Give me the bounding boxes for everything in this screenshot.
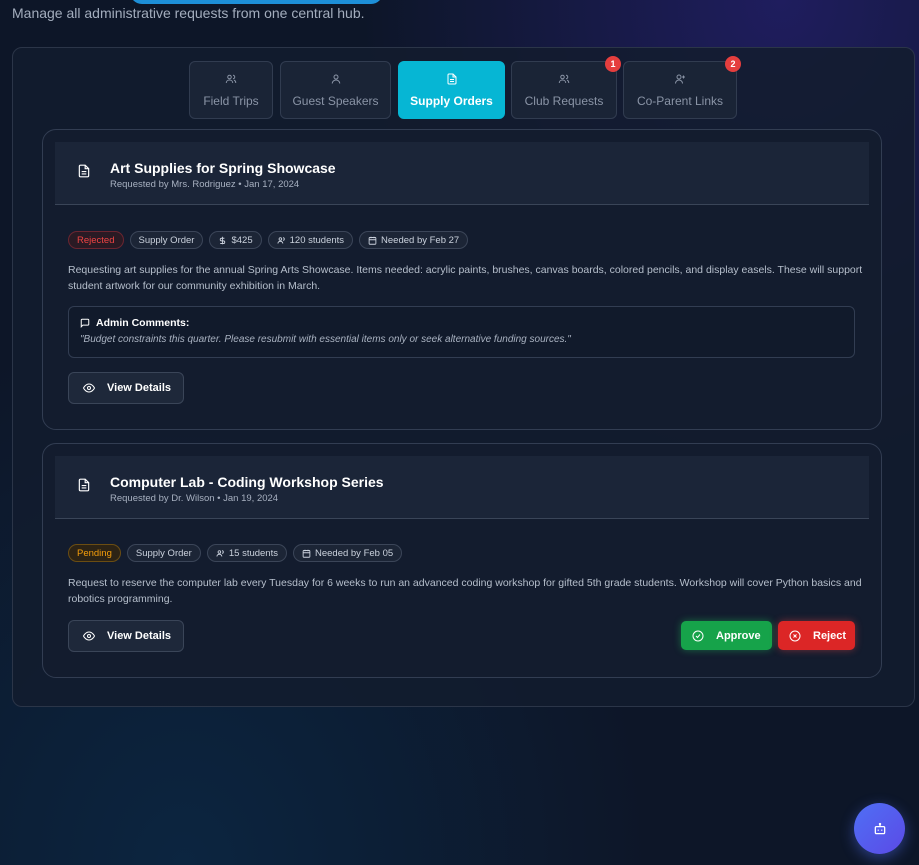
type-badge: Supply Order: [129, 231, 204, 249]
top-action-pill[interactable]: [130, 0, 383, 4]
tab-guest-speakers[interactable]: Guest Speakers: [280, 61, 391, 119]
approve-button[interactable]: Approve: [681, 621, 772, 650]
cost-badge: $425: [209, 231, 262, 249]
x-circle-icon: [789, 630, 801, 641]
request-description: Request to reserve the computer lab ever…: [68, 577, 862, 605]
tab-label: Guest Speakers: [292, 94, 379, 108]
request-card: Computer Lab - Coding Workshop Series Re…: [42, 443, 882, 678]
card-header: Art Supplies for Spring Showcase Request…: [55, 142, 869, 205]
users-icon: [216, 549, 224, 557]
tab-label: Field Trips: [203, 94, 259, 108]
document-icon: [77, 164, 91, 183]
user-icon: [281, 73, 390, 87]
reject-button[interactable]: Reject: [778, 621, 855, 650]
type-badge: Supply Order: [126, 544, 201, 562]
status-badge: Pending: [68, 544, 121, 562]
admin-comments: Admin Comments: "Budget constraints this…: [68, 306, 855, 358]
admin-comments-text: "Budget constraints this quarter. Please…: [80, 334, 571, 345]
request-card: Art Supplies for Spring Showcase Request…: [42, 129, 882, 430]
document-icon: [77, 478, 91, 497]
users-icon: [512, 73, 616, 87]
status-badge: Rejected: [68, 231, 124, 249]
card-header: Computer Lab - Coding Workshop Series Re…: [55, 456, 869, 519]
user-plus-icon: [624, 73, 736, 87]
message-icon: [80, 318, 90, 328]
request-description: Requesting art supplies for the annual S…: [68, 264, 863, 292]
tab-label: Club Requests: [524, 94, 604, 108]
tab-field-trips[interactable]: Field Trips: [189, 61, 273, 119]
bot-icon: [874, 822, 885, 834]
calendar-icon: [302, 549, 311, 558]
tab-label: Supply Orders: [410, 94, 493, 108]
users-icon: [190, 73, 272, 87]
request-title: Computer Lab - Coding Workshop Series: [110, 474, 384, 490]
file-icon: [399, 73, 504, 87]
check-circle-icon: [692, 630, 704, 641]
users-icon: [277, 236, 285, 244]
request-tags: Rejected Supply Order $425 120 students …: [68, 231, 469, 249]
notification-badge: 1: [605, 56, 621, 72]
requests-panel: Field Trips Guest Speakers Supply Orders…: [12, 47, 915, 707]
view-details-button[interactable]: View Details: [68, 620, 184, 652]
notification-badge: 2: [725, 56, 741, 72]
view-details-button[interactable]: View Details: [68, 372, 184, 404]
needed-by-badge: Needed by Feb 27: [359, 231, 469, 249]
tab-bar: Field Trips Guest Speakers Supply Orders…: [13, 56, 914, 119]
tab-label: Co-Parent Links: [636, 94, 724, 108]
request-title: Art Supplies for Spring Showcase: [110, 160, 336, 176]
tab-co-parent-links[interactable]: Co-Parent Links 2: [623, 56, 741, 119]
page-subtitle: Manage all administrative requests from …: [12, 5, 365, 21]
eye-icon: [83, 631, 95, 641]
dollar-icon: [220, 236, 226, 244]
assistant-bot-button[interactable]: [854, 803, 905, 854]
students-badge: 120 students: [267, 231, 354, 249]
tab-supply-orders[interactable]: Supply Orders: [398, 61, 505, 119]
eye-icon: [83, 383, 95, 393]
request-meta: Requested by Mrs. Rodriguez • Jan 17, 20…: [110, 179, 300, 190]
calendar-icon: [368, 236, 377, 245]
needed-by-badge: Needed by Feb 05: [292, 544, 403, 562]
students-badge: 15 students: [206, 544, 287, 562]
request-tags: Pending Supply Order 15 students Needed …: [68, 544, 403, 562]
request-meta: Requested by Dr. Wilson • Jan 19, 2024: [110, 493, 279, 504]
tab-club-requests[interactable]: Club Requests 1: [511, 56, 621, 119]
admin-comments-header: Admin Comments:: [80, 317, 189, 329]
